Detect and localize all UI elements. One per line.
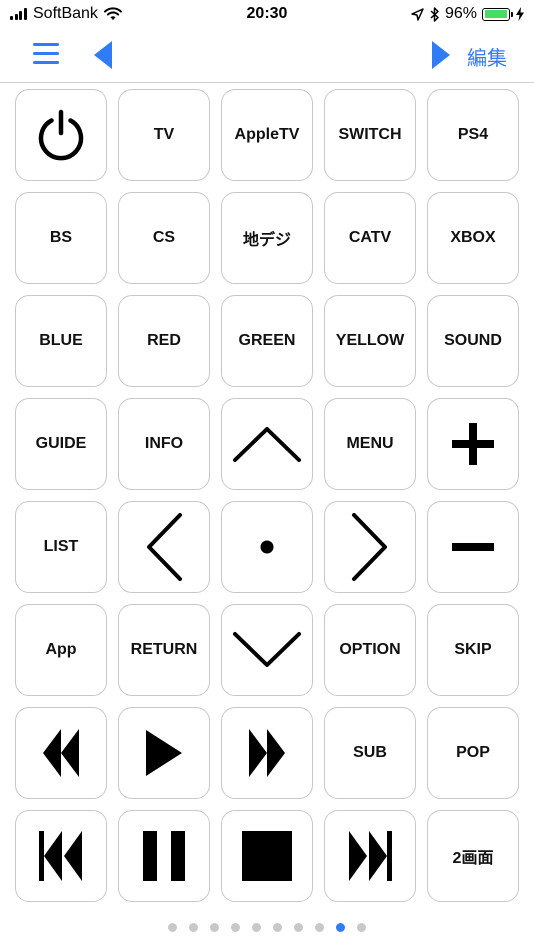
sub-button[interactable]: SUB — [324, 707, 416, 799]
page-dot[interactable] — [210, 923, 219, 932]
power-button[interactable] — [15, 89, 107, 181]
volume-down-button[interactable] — [427, 501, 519, 593]
app-button[interactable]: App — [15, 604, 107, 696]
catv-button[interactable]: CATV — [324, 192, 416, 284]
down-button[interactable] — [221, 604, 313, 696]
back-arrow-icon[interactable] — [92, 40, 114, 70]
remote-key-grid: TV AppleTV SWITCH PS4 BS CS 地デジ CATV XBO… — [15, 89, 519, 902]
chevron-up-icon — [233, 427, 301, 462]
green-button[interactable]: GREEN — [221, 295, 313, 387]
power-icon — [38, 109, 84, 161]
chevron-down-icon — [233, 632, 301, 667]
terrestrial-digital-button[interactable]: 地デジ — [221, 192, 313, 284]
forward-arrow-icon[interactable] — [430, 40, 452, 70]
page-dot[interactable] — [273, 923, 282, 932]
sound-button[interactable]: SOUND — [427, 295, 519, 387]
left-button[interactable] — [118, 501, 210, 593]
menu-button[interactable]: MENU — [324, 398, 416, 490]
pause-button[interactable] — [118, 810, 210, 902]
rewind-button[interactable] — [15, 707, 107, 799]
play-icon — [146, 730, 182, 776]
list-button[interactable]: LIST — [15, 501, 107, 593]
page-indicator — [0, 923, 534, 932]
stop-icon — [242, 831, 292, 881]
pause-icon — [143, 831, 185, 881]
right-button[interactable] — [324, 501, 416, 593]
bs-button[interactable]: BS — [15, 192, 107, 284]
option-button[interactable]: OPTION — [324, 604, 416, 696]
xbox-button[interactable]: XBOX — [427, 192, 519, 284]
previous-button[interactable] — [15, 810, 107, 902]
appletv-button[interactable]: AppleTV — [221, 89, 313, 181]
navigation-bar: 編集 — [0, 30, 534, 83]
menu-icon[interactable] — [33, 43, 59, 65]
cs-button[interactable]: CS — [118, 192, 210, 284]
guide-button[interactable]: GUIDE — [15, 398, 107, 490]
page-dot[interactable] — [231, 923, 240, 932]
status-bar: SoftBank 20:30 96% — [0, 0, 534, 30]
ps4-button[interactable]: PS4 — [427, 89, 519, 181]
skip-previous-icon — [39, 831, 82, 881]
blue-button[interactable]: BLUE — [15, 295, 107, 387]
page-dot[interactable] — [357, 923, 366, 932]
page-dot[interactable] — [315, 923, 324, 932]
edit-button[interactable]: 編集 — [467, 42, 507, 71]
ok-button[interactable] — [221, 501, 313, 593]
dot-icon — [260, 540, 274, 554]
location-arrow-icon — [411, 7, 424, 21]
skip-button[interactable]: SKIP — [427, 604, 519, 696]
stop-button[interactable] — [221, 810, 313, 902]
info-button[interactable]: INFO — [118, 398, 210, 490]
play-button[interactable] — [118, 707, 210, 799]
dual-screen-button[interactable]: 2画面 — [427, 810, 519, 902]
volume-up-button[interactable] — [427, 398, 519, 490]
next-button[interactable] — [324, 810, 416, 902]
charging-icon — [516, 7, 524, 21]
switch-button[interactable]: SWITCH — [324, 89, 416, 181]
return-button[interactable]: RETURN — [118, 604, 210, 696]
rewind-icon — [43, 729, 79, 777]
red-button[interactable]: RED — [118, 295, 210, 387]
status-right: 96% — [411, 5, 524, 23]
battery-icon — [482, 7, 513, 21]
plus-icon — [452, 423, 494, 465]
up-button[interactable] — [221, 398, 313, 490]
tv-button[interactable]: TV — [118, 89, 210, 181]
page-dot[interactable] — [252, 923, 261, 932]
skip-next-icon — [349, 831, 392, 881]
page-dot[interactable] — [168, 923, 177, 932]
battery-percent: 96% — [444, 5, 477, 22]
chevron-left-icon — [147, 513, 182, 581]
fast-forward-button[interactable] — [221, 707, 313, 799]
page-dot[interactable] — [294, 923, 303, 932]
page-dot[interactable] — [189, 923, 198, 932]
chevron-right-icon — [352, 513, 387, 581]
yellow-button[interactable]: YELLOW — [324, 295, 416, 387]
minus-icon — [452, 543, 494, 551]
fast-forward-icon — [249, 729, 285, 777]
bluetooth-icon — [430, 6, 439, 22]
page-dot-active[interactable] — [336, 923, 345, 932]
pop-button[interactable]: POP — [427, 707, 519, 799]
